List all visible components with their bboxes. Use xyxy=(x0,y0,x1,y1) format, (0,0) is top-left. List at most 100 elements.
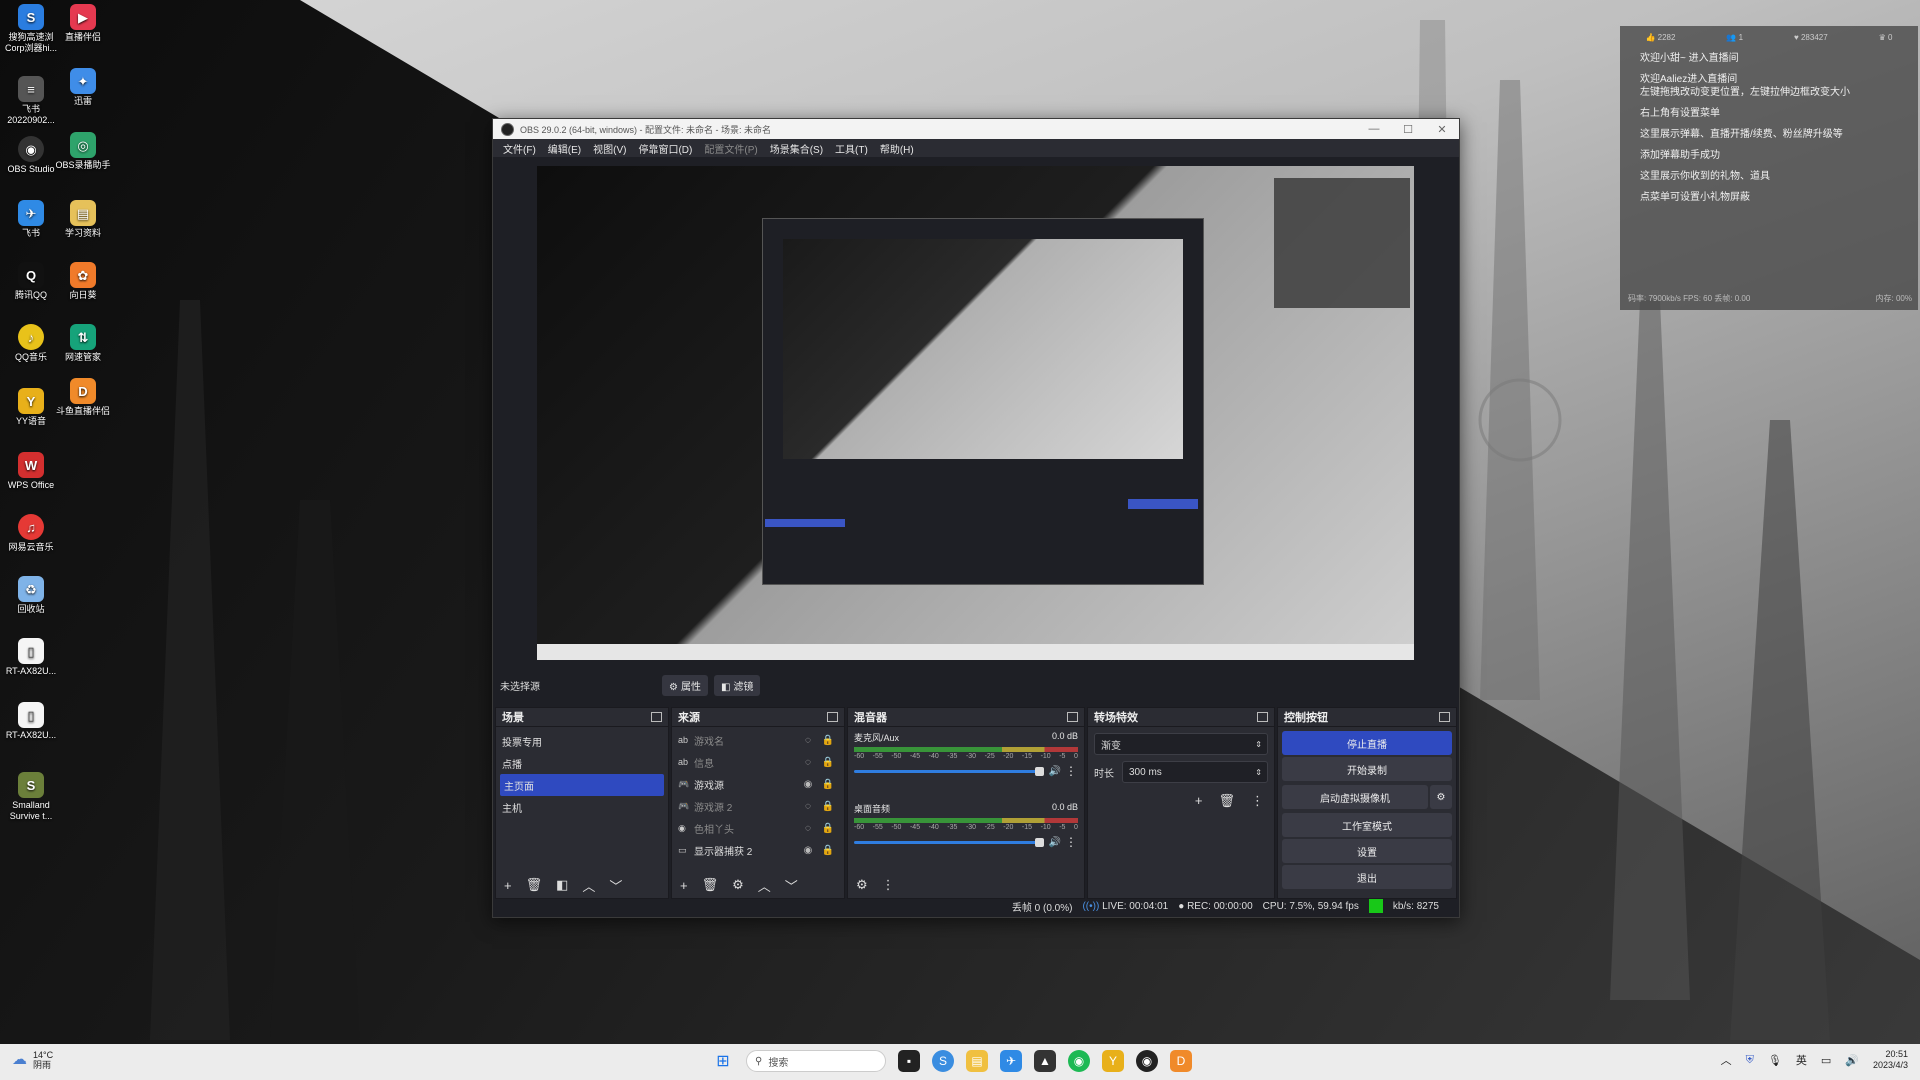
trash-icon[interactable]: 🗑 xyxy=(702,877,719,893)
menu-view[interactable]: 视图(V) xyxy=(587,141,632,156)
obs-preview[interactable] xyxy=(537,166,1414,660)
lock-icon[interactable]: 🔒 xyxy=(818,779,838,790)
taskbar-clock[interactable]: 20:51 2023/4/3 xyxy=(1873,1049,1908,1071)
scene-item[interactable]: 投票专用 xyxy=(496,730,668,752)
desktop-icon-rt-file-2[interactable]: ▯ RT-AX82U... xyxy=(0,702,62,741)
move-down-icon[interactable]: ﹀ xyxy=(785,876,798,895)
start-virtual-camera-button[interactable]: 启动虚拟摄像机 xyxy=(1282,785,1428,809)
source-item[interactable]: 🎮 游戏源 2 ◌ 🔒 xyxy=(672,795,844,817)
desktop-icon-rt-file-1[interactable]: ▯ RT-AX82U... xyxy=(0,638,62,677)
windows-start-icon[interactable]: ⊞ xyxy=(712,1050,734,1072)
dock-float-icon[interactable] xyxy=(1257,712,1268,722)
task-view-icon[interactable]: ▪ xyxy=(898,1050,920,1072)
studio-mode-button[interactable]: 工作室模式 xyxy=(1282,813,1452,837)
spinner-icon[interactable]: ⇕ xyxy=(1255,768,1262,777)
virtual-camera-settings-button[interactable]: ⚙ xyxy=(1430,785,1452,809)
desktop-icon-sunflower[interactable]: ✿ 向日葵 xyxy=(52,262,114,301)
desktop-icon-smalland[interactable]: S Smalland Survive t... xyxy=(0,772,62,822)
volume-slider[interactable] xyxy=(854,837,1044,847)
desktop-icon-live-companion[interactable]: ▶ 直播伴侣 xyxy=(52,4,114,43)
duration-input[interactable]: 300 ms ⇕ xyxy=(1122,761,1268,783)
settings-button[interactable]: 设置 xyxy=(1282,839,1452,863)
scene-item[interactable]: 点播 xyxy=(496,752,668,774)
menu-profile[interactable]: 配置文件(P) xyxy=(698,141,763,156)
maximize-icon[interactable]: ☐ xyxy=(1391,123,1425,136)
desktop-icon-obs-assistant[interactable]: ◎ OBS录播助手 xyxy=(52,132,114,171)
obs-window[interactable]: OBS 29.0.2 (64-bit, windows) - 配置文件: 未命名… xyxy=(492,118,1460,918)
yy-icon[interactable]: Y xyxy=(1102,1050,1124,1072)
speaker-icon[interactable]: 🔊 xyxy=(1046,837,1064,848)
trash-icon[interactable]: 🗑 xyxy=(526,877,543,893)
source-item[interactable]: ▭ 显示器捕获 2 ◉ 🔒 xyxy=(672,839,844,861)
desktop-icon-netease-music[interactable]: ♫ 网易云音乐 xyxy=(0,514,62,553)
eye-hidden-icon[interactable]: ◌ xyxy=(798,757,818,768)
network-icon[interactable]: ▭ xyxy=(1821,1054,1831,1067)
obs-assistant-icon[interactable]: ▲ xyxy=(1034,1050,1056,1072)
input-method-indicator[interactable]: 英 xyxy=(1796,1052,1807,1068)
eye-icon[interactable]: ◉ xyxy=(798,779,818,790)
more-options-icon[interactable]: ⋮ xyxy=(882,877,895,893)
properties-button[interactable]: ⚙ 属性 xyxy=(662,674,708,696)
source-item[interactable]: ◉ 色相丫头 ◌ 🔒 xyxy=(672,817,844,839)
dock-float-icon[interactable] xyxy=(1067,712,1078,722)
scene-item[interactable]: 主机 xyxy=(496,796,668,818)
stop-streaming-button[interactable]: 停止直播 xyxy=(1282,731,1452,755)
file-explorer-icon[interactable]: ▤ xyxy=(966,1050,988,1072)
eye-hidden-icon[interactable]: ◌ xyxy=(798,735,818,746)
desktop-icon-douyu[interactable]: D 斗鱼直播伴侣 xyxy=(52,378,114,417)
source-item[interactable]: 🎮 游戏源 ◉ 🔒 xyxy=(672,773,844,795)
lock-icon[interactable]: 🔒 xyxy=(818,823,838,834)
add-icon[interactable]: + xyxy=(504,878,512,893)
qqmusic-icon[interactable]: ◉ xyxy=(1068,1050,1090,1072)
desktop-icon-study-folder[interactable]: ▤ 学习资料 xyxy=(52,200,114,239)
move-up-icon[interactable]: ︿ xyxy=(582,876,595,895)
source-item[interactable]: ab 游戏名 ◌ 🔒 xyxy=(672,729,844,751)
taskbar-search[interactable]: ⚲ 搜索 xyxy=(746,1050,886,1072)
close-icon[interactable]: ✕ xyxy=(1425,123,1459,136)
microphone-icon[interactable]: 🎙 xyxy=(1768,1054,1782,1067)
dock-float-icon[interactable] xyxy=(651,712,662,722)
filter-icon[interactable]: ◧ xyxy=(556,877,568,893)
shield-icon[interactable]: ⛨ xyxy=(1746,1054,1754,1067)
speaker-icon[interactable]: 🔊 xyxy=(1046,766,1064,777)
menu-tools[interactable]: 工具(T) xyxy=(829,141,874,156)
feishu-icon[interactable]: ✈ xyxy=(1000,1050,1022,1072)
lock-icon[interactable]: 🔒 xyxy=(818,757,838,768)
eye-hidden-icon[interactable]: ◌ xyxy=(798,801,818,812)
more-options-icon[interactable]: ⋮ xyxy=(1064,835,1078,849)
menu-edit[interactable]: 编辑(E) xyxy=(542,141,587,156)
lock-icon[interactable]: 🔒 xyxy=(818,735,838,746)
volume-slider[interactable] xyxy=(854,766,1044,776)
gear-icon[interactable]: ⚙ xyxy=(856,877,868,893)
browser-icon[interactable]: S xyxy=(932,1050,954,1072)
menu-scene-collection[interactable]: 场景集合(S) xyxy=(764,141,829,156)
move-up-icon[interactable]: ︿ xyxy=(758,876,771,895)
desktop-icon-xunlei[interactable]: ✦ 迅雷 xyxy=(52,68,114,107)
weather-widget[interactable]: ☁ 14°C 阴雨 xyxy=(12,1050,53,1070)
danmaku-chat-overlay[interactable]: 👍 2282 👥 1 ♥ 283427 ♛ 0 欢迎小甜~ 进入直播间 欢迎Aa… xyxy=(1620,26,1918,310)
volume-slider-handle[interactable] xyxy=(1035,837,1044,847)
dock-float-icon[interactable] xyxy=(1439,712,1450,722)
exit-button[interactable]: 退出 xyxy=(1282,865,1452,889)
menu-file[interactable]: 文件(F) xyxy=(497,141,542,156)
source-item[interactable]: ab 信息 ◌ 🔒 xyxy=(672,751,844,773)
filters-button[interactable]: ◧ 滤镜 xyxy=(713,674,761,696)
dock-float-icon[interactable] xyxy=(827,712,838,722)
add-icon[interactable]: + xyxy=(1195,793,1203,809)
lock-icon[interactable]: 🔒 xyxy=(818,801,838,812)
minimize-icon[interactable]: — xyxy=(1357,123,1391,136)
eye-icon[interactable]: ◉ xyxy=(798,845,818,856)
eye-hidden-icon[interactable]: ◌ xyxy=(798,823,818,834)
gear-icon[interactable]: ⚙ xyxy=(732,877,744,893)
obs-icon[interactable]: ◉ xyxy=(1136,1050,1158,1072)
trash-icon[interactable]: 🗑 xyxy=(1218,793,1235,809)
start-recording-button[interactable]: 开始录制 xyxy=(1282,757,1452,781)
add-icon[interactable]: + xyxy=(680,878,688,893)
menu-docks[interactable]: 停靠窗口(D) xyxy=(632,141,698,156)
more-options-icon[interactable]: ⋮ xyxy=(1064,764,1078,778)
douyu-icon[interactable]: D xyxy=(1170,1050,1192,1072)
chevron-up-icon[interactable]: ︿ xyxy=(1721,1052,1732,1068)
lock-icon[interactable]: 🔒 xyxy=(818,845,838,856)
volume-slider-handle[interactable] xyxy=(1035,766,1044,776)
desktop-icon-wps[interactable]: W WPS Office xyxy=(0,452,62,491)
